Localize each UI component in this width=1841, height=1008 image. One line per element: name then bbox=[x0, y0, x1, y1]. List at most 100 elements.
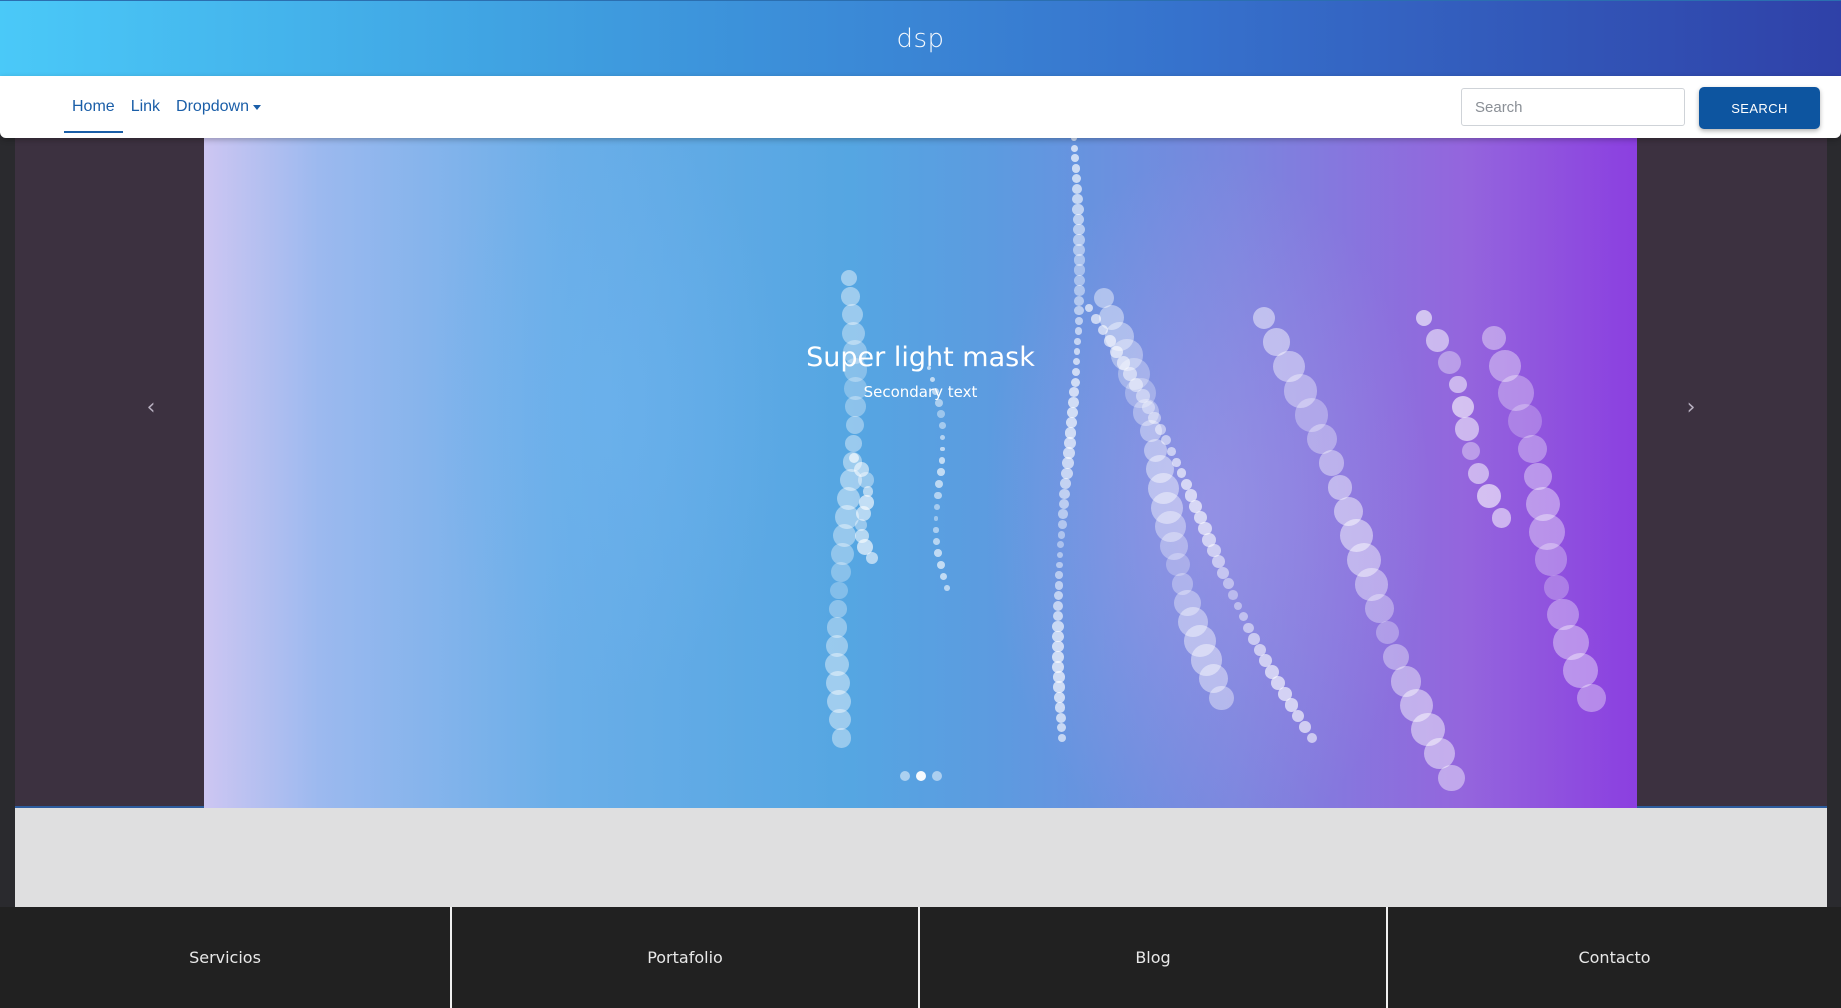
bokeh-bead bbox=[1455, 417, 1479, 441]
bokeh-bead bbox=[1364, 594, 1394, 623]
nav-links: Home Link Dropdown bbox=[64, 76, 269, 138]
bokeh-bead bbox=[1058, 498, 1070, 510]
bokeh-bead bbox=[1209, 685, 1235, 711]
bokeh-bead bbox=[1056, 723, 1066, 733]
bokeh-bead bbox=[841, 270, 857, 286]
bokeh-bead bbox=[1072, 193, 1083, 205]
nav-dropdown-label: Dropdown bbox=[176, 98, 249, 115]
bottom-nav-blog[interactable]: Blog bbox=[920, 907, 1388, 1008]
bokeh-bead bbox=[1476, 483, 1501, 508]
bokeh-bead bbox=[830, 582, 848, 600]
bokeh-bead bbox=[934, 491, 942, 500]
top-header: dsp bbox=[0, 0, 1841, 76]
bokeh-bead bbox=[1074, 306, 1084, 316]
bokeh-bead bbox=[933, 516, 939, 521]
bokeh-bead bbox=[1563, 652, 1599, 688]
bokeh-bead bbox=[1074, 327, 1082, 335]
bokeh-bead bbox=[1056, 561, 1063, 569]
bottom-nav-contacto[interactable]: Contacto bbox=[1388, 907, 1841, 1008]
bokeh-bead bbox=[1238, 612, 1248, 622]
carousel-indicators bbox=[0, 771, 1841, 781]
bokeh-bead bbox=[1248, 632, 1260, 645]
bokeh-bead bbox=[1518, 434, 1547, 463]
logo[interactable]: dsp bbox=[896, 24, 944, 54]
bokeh-bead bbox=[1074, 316, 1083, 326]
bokeh-bead bbox=[1071, 138, 1077, 141]
carousel-indicator-active[interactable] bbox=[915, 771, 926, 781]
bokeh-bead bbox=[1228, 589, 1238, 600]
bokeh-bead bbox=[1060, 478, 1072, 490]
bottom-nav-portafolio[interactable]: Portafolio bbox=[452, 907, 920, 1008]
bokeh-bead bbox=[1058, 509, 1068, 520]
bokeh-bead bbox=[1299, 721, 1311, 733]
bokeh-bead bbox=[1222, 578, 1234, 590]
bokeh-bead bbox=[936, 410, 945, 419]
content-band bbox=[15, 808, 1827, 907]
bokeh-bead bbox=[1217, 566, 1230, 579]
caret-down-icon bbox=[252, 104, 261, 110]
bokeh-bead bbox=[1577, 683, 1607, 713]
bokeh-bead bbox=[1416, 310, 1432, 326]
bokeh-bead bbox=[830, 562, 851, 583]
bokeh-bead bbox=[1057, 520, 1067, 529]
bokeh-bead bbox=[933, 538, 941, 546]
nav-dropdown[interactable]: Dropdown bbox=[168, 81, 269, 133]
bokeh-bead bbox=[1055, 712, 1066, 723]
bokeh-bead bbox=[933, 503, 940, 511]
bokeh-bead bbox=[1306, 732, 1317, 744]
bokeh-bead bbox=[1071, 164, 1081, 173]
bokeh-bead bbox=[1057, 733, 1066, 743]
bokeh-bead bbox=[1180, 478, 1192, 490]
nav-link-link[interactable]: Link bbox=[123, 81, 168, 133]
bokeh-bead bbox=[1071, 154, 1080, 163]
bokeh-bead bbox=[1544, 574, 1569, 600]
bokeh-bead bbox=[1057, 551, 1064, 559]
navbar: Home Link Dropdown SEARCH bbox=[0, 76, 1841, 138]
search-input[interactable] bbox=[1461, 88, 1685, 126]
bokeh-bead bbox=[1059, 488, 1071, 500]
carousel-slide bbox=[204, 138, 1637, 808]
bokeh-bead bbox=[1253, 307, 1275, 329]
carousel-indicator[interactable] bbox=[931, 771, 942, 781]
bokeh-bead bbox=[937, 468, 945, 476]
bokeh-bead bbox=[849, 453, 859, 463]
bottom-nav: Servicios Portafolio Blog Contacto bbox=[0, 907, 1841, 1008]
bokeh-bead bbox=[938, 457, 946, 464]
bokeh-bead bbox=[1492, 508, 1512, 528]
bokeh-bead bbox=[1233, 601, 1243, 610]
nav-link-home[interactable]: Home bbox=[64, 81, 123, 133]
bokeh-bead bbox=[1462, 442, 1481, 461]
bokeh-bead bbox=[933, 527, 939, 533]
bokeh-bead bbox=[1524, 462, 1553, 491]
bokeh-bead bbox=[1057, 541, 1065, 549]
bokeh-bead bbox=[1054, 702, 1066, 713]
bokeh-bead bbox=[1057, 530, 1066, 539]
bokeh-bead bbox=[1074, 295, 1085, 306]
bokeh-bead bbox=[1052, 610, 1064, 622]
bokeh-bead bbox=[1055, 571, 1063, 580]
bokeh-bead bbox=[829, 708, 852, 731]
bottom-nav-servicios[interactable]: Servicios bbox=[0, 907, 452, 1008]
slide-caption: Super light mask Secondary text bbox=[0, 342, 1841, 401]
bokeh-bead bbox=[1074, 285, 1085, 296]
bokeh-bead bbox=[940, 446, 946, 452]
bokeh-bead bbox=[1053, 590, 1064, 601]
bokeh-bead bbox=[1467, 462, 1489, 485]
bokeh-bead bbox=[841, 286, 861, 306]
bokeh-bead bbox=[1318, 450, 1345, 477]
bokeh-bead bbox=[1074, 274, 1086, 286]
bokeh-bead bbox=[1507, 403, 1543, 439]
search-button[interactable]: SEARCH bbox=[1699, 87, 1820, 129]
bokeh-bead bbox=[865, 551, 878, 565]
bokeh-bead bbox=[1071, 183, 1083, 194]
slide-subtitle: Secondary text bbox=[863, 383, 978, 401]
bokeh-bead bbox=[1166, 446, 1176, 456]
carousel-indicator[interactable] bbox=[899, 771, 910, 781]
bokeh-bead bbox=[832, 728, 852, 748]
bokeh-bead bbox=[1243, 622, 1254, 633]
bokeh-bead bbox=[1054, 581, 1063, 590]
bokeh-bead bbox=[1328, 475, 1353, 500]
bokeh-bead bbox=[936, 560, 945, 569]
bokeh-bead bbox=[829, 600, 847, 618]
slide-title: Super light mask bbox=[806, 342, 1035, 373]
